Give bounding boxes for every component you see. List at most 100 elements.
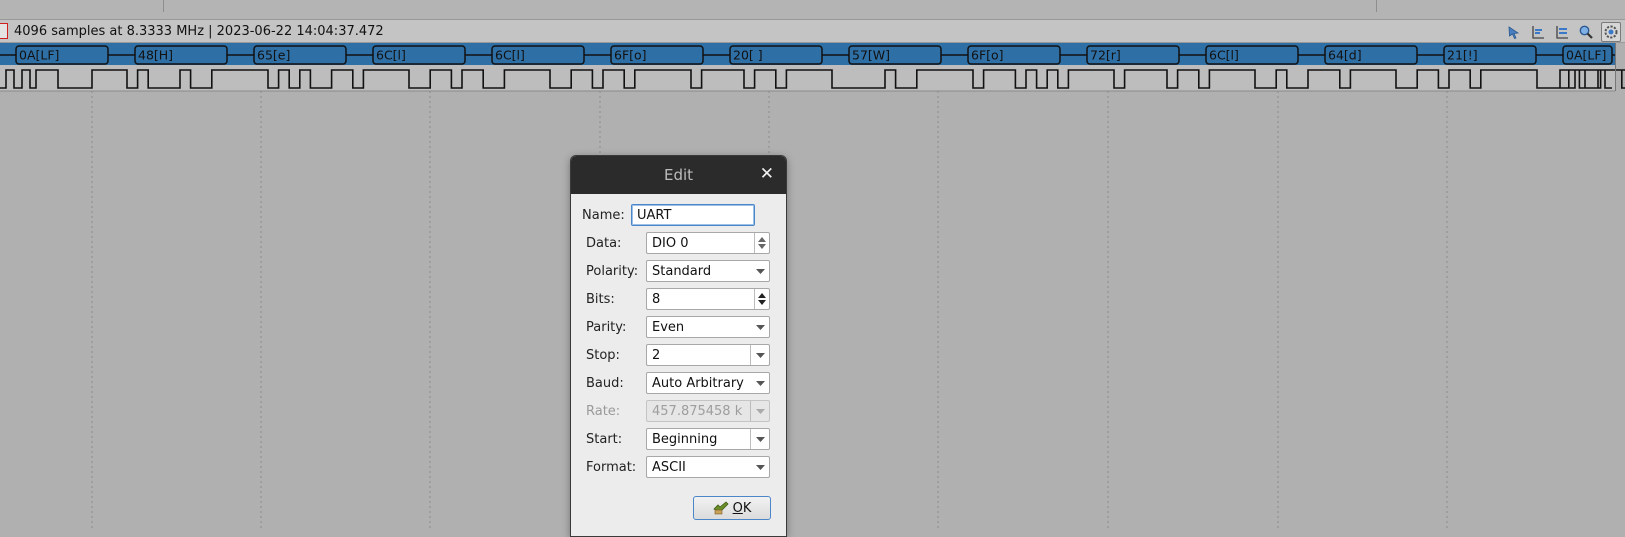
name-label: Name: [582,208,625,223]
chevron-down-icon[interactable] [751,261,769,281]
decoded-byte-label: 72[r] [1090,48,1121,63]
decoded-byte[interactable]: 57[W] [848,45,942,65]
polarity-select[interactable]: Standard [646,260,770,282]
baud-label: Baud: [586,376,624,391]
view-toolbar [1505,22,1621,42]
decoded-byte-label: 6C[l] [1209,48,1239,63]
top-panel-strip [0,0,1625,19]
start-value: Beginning [652,432,718,447]
polarity-label: Polarity: [586,264,639,279]
stop-row: Stop: 2 [571,344,786,368]
decoded-byte-label: 0A[LF] [19,48,59,63]
parity-select[interactable]: Even [646,316,770,338]
spin-down-icon[interactable] [758,244,766,249]
gear-refresh-icon[interactable] [1601,22,1621,42]
ok-button[interactable]: OK [693,496,771,520]
chevron-down-icon[interactable] [751,373,769,393]
decoded-byte-label: 6F[o] [614,48,647,63]
decoded-byte[interactable]: 6F[o] [967,45,1061,65]
stop-value: 2 [652,348,661,363]
bits-spinbox[interactable]: 8 [646,288,770,310]
cursor-arrow-icon[interactable] [1505,23,1523,41]
panel-divider [163,0,164,12]
decoded-byte[interactable]: 6C[l] [372,45,466,65]
dialog-titlebar[interactable]: Edit ✕ [571,156,786,194]
decoded-bytes: 0A[LF] 48[H] 65[e] 6C[l] 6C[l] 6F[o] 20[ ] 57[W… [15,45,1613,65]
chevron-down-icon [750,401,769,421]
data-label: Data: [586,236,622,251]
decoded-byte[interactable]: 65[e] [253,45,347,65]
spin-down-icon[interactable] [758,300,766,305]
magnifier-icon[interactable] [1577,23,1595,41]
format-row: Format: ASCII [571,456,786,480]
baud-value: Auto Arbitrary [652,376,744,391]
chevron-down-icon[interactable] [751,317,769,337]
spin-up-icon[interactable] [758,237,766,242]
data-channel-spinner[interactable] [754,233,769,253]
decoded-byte[interactable]: 0A[LF] [1562,45,1613,65]
decoded-byte-label: 65[e] [257,48,290,63]
decoded-byte[interactable]: 0A[LF] [15,45,109,65]
checkmark-hand-icon [712,501,729,515]
start-label: Start: [586,432,623,447]
chevron-down-icon[interactable] [751,457,769,477]
parity-value: Even [652,320,685,335]
rate-row: Rate: 457.875458 k [571,400,786,424]
decoded-byte[interactable]: 6C[l] [491,45,585,65]
bits-label: Bits: [586,292,615,307]
start-combo[interactable]: Beginning [646,428,770,450]
decoded-byte-label: 6C[l] [495,48,525,63]
decoded-byte[interactable]: 64[d] [1324,45,1418,65]
close-icon[interactable]: ✕ [760,164,774,184]
bits-spinner[interactable] [754,289,769,309]
panel-divider [1376,0,1377,12]
format-label: Format: [586,460,637,475]
name-row: Name: UART [571,204,786,228]
polarity-row: Polarity: Standard [571,260,786,284]
status-bar: 4096 samples at 8.3333 MHz | 2023-06-22 … [0,19,1625,43]
rate-combo: 457.875458 k [646,400,770,422]
decoded-byte-label: 64[d] [1328,48,1362,63]
decoded-byte[interactable]: 6F[o] [610,45,704,65]
baud-row: Baud: Auto Arbitrary [571,372,786,396]
decoded-byte[interactable]: 20[ ] [729,45,823,65]
bits-row: Bits: 8 [571,288,786,312]
waveform-area[interactable]: 0A[LF] 48[H] 65[e] 6C[l] 6C[l] 6F[o] 20[ ] 57[W… [0,43,1625,530]
name-input[interactable]: UART [631,204,755,226]
digital-trace-background [0,65,1615,91]
parity-row: Parity: Even [571,316,786,340]
start-row: Start: Beginning [571,428,786,452]
decoded-byte[interactable]: 72[r] [1086,45,1180,65]
chevron-down-icon[interactable] [750,429,769,449]
data-channel-value: DIO 0 [652,236,689,251]
decoded-byte-label: 21[!] [1447,48,1478,63]
capture-info: 4096 samples at 8.3333 MHz | 2023-06-22 … [14,24,384,39]
data-row: Data: DIO 0 [571,232,786,256]
baud-select[interactable]: Auto Arbitrary [646,372,770,394]
decoded-byte-label: 57[W] [852,48,890,63]
decoded-byte-label: 6C[l] [376,48,406,63]
decoded-byte-label: 48[H] [138,48,173,63]
rate-value: 457.875458 k [652,404,743,419]
parity-label: Parity: [586,320,627,335]
decoded-byte[interactable]: 21[!] [1443,45,1537,65]
bits-value: 8 [652,292,661,307]
polarity-value: Standard [652,264,712,279]
zoom-one-to-one-icon[interactable] [1553,23,1571,41]
edit-dialog: Edit ✕ Name: UART Data: DIO 0 Polarity: … [570,155,787,537]
chevron-down-icon[interactable] [750,345,769,365]
decoded-byte[interactable]: 48[H] [134,45,228,65]
data-channel-combo[interactable]: DIO 0 [646,232,770,254]
stop-combo[interactable]: 2 [646,344,770,366]
dialog-title: Edit [663,166,694,184]
ok-button-label: OK [732,500,752,516]
spin-up-icon[interactable] [758,293,766,298]
record-indicator-icon[interactable] [0,23,8,39]
format-select[interactable]: ASCII [646,456,770,478]
decoded-byte-label: 6F[o] [971,48,1004,63]
rate-label: Rate: [586,404,621,419]
format-value: ASCII [652,460,686,475]
decoded-byte-label: 20[ ] [733,48,763,63]
zoom-fit-icon[interactable] [1529,23,1547,41]
decoded-byte[interactable]: 6C[l] [1205,45,1299,65]
